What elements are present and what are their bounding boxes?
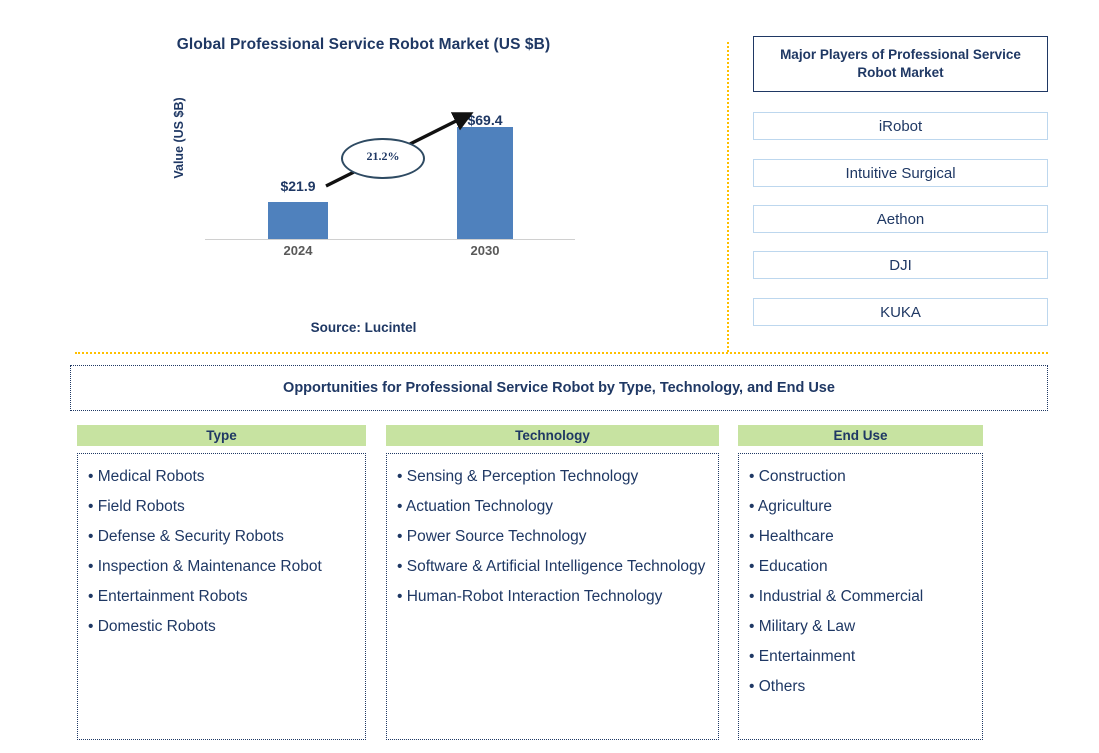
cagr-value: 21.2% — [366, 149, 400, 163]
source-text: Source: Lucintel — [310, 320, 417, 335]
list-item: • Software & Artificial Intelligence Tec… — [397, 558, 706, 575]
list-item: • Entertainment — [749, 648, 856, 665]
player-name: iRobot — [878, 117, 923, 135]
column-header-technology: Technology — [386, 425, 719, 446]
list-item: • Domestic Robots — [88, 618, 216, 635]
end-use-list: • Construction • Agriculture • Healthcar… — [749, 462, 978, 702]
player-item-dji[interactable]: DJI — [753, 251, 1048, 279]
major-players-title-box: Major Players of Professional Service Ro… — [753, 36, 1048, 92]
column-header-label: Type — [206, 428, 237, 443]
list-item: • Military & Law — [749, 618, 856, 635]
column-body-end-use: • Construction • Agriculture • Healthcar… — [738, 453, 983, 740]
list-item: • Others — [749, 678, 806, 695]
bar-2024 — [268, 202, 328, 239]
chart-title: Global Professional Service Robot Market… — [176, 36, 551, 53]
category-label-2030: 2030 — [470, 243, 500, 258]
column-header-type: Type — [77, 425, 366, 446]
player-name: Intuitive Surgical — [845, 164, 956, 182]
column-body-type: • Medical Robots • Field Robots • Defens… — [77, 453, 366, 740]
list-item: • Healthcare — [749, 528, 834, 545]
player-name: DJI — [889, 256, 912, 274]
market-chart-panel: Global Professional Service Robot Market… — [0, 0, 727, 352]
list-item: • Field Robots — [88, 498, 185, 515]
chart-y-axis-label: Value (US $B) — [172, 97, 186, 179]
list-item: • Agriculture — [749, 498, 832, 515]
list-item: • Sensing & Perception Technology — [397, 468, 639, 485]
player-item-irobot[interactable]: iRobot — [753, 112, 1048, 140]
list-item: • Construction — [749, 468, 846, 485]
vertical-divider — [727, 42, 729, 352]
player-item-aethon[interactable]: Aethon — [753, 205, 1048, 233]
category-label-2024: 2024 — [283, 243, 313, 258]
list-item: • Education — [749, 558, 828, 575]
column-header-end-use: End Use — [738, 425, 983, 446]
player-name: Aethon — [876, 210, 925, 228]
list-item: • Power Source Technology — [397, 528, 587, 545]
type-list: • Medical Robots • Field Robots • Defens… — [88, 462, 361, 642]
list-item: • Actuation Technology — [397, 498, 553, 515]
list-item: • Human-Robot Interaction Technology — [397, 588, 663, 605]
opportunities-title-box: Opportunities for Professional Service R… — [70, 365, 1048, 411]
major-players-title: Major Players of Professional Service Ro… — [780, 46, 1021, 80]
list-item: • Industrial & Commercial — [749, 588, 924, 605]
technology-list: • Sensing & Perception Technology • Actu… — [397, 462, 714, 612]
column-body-technology: • Sensing & Perception Technology • Actu… — [386, 453, 719, 740]
player-name: KUKA — [880, 303, 921, 321]
list-item: • Medical Robots — [88, 468, 205, 485]
list-item: • Entertainment Robots — [88, 588, 248, 605]
horizontal-divider — [75, 352, 1048, 354]
player-item-intuitive-surgical[interactable]: Intuitive Surgical — [753, 159, 1048, 187]
chart-axis-line — [205, 239, 575, 240]
player-item-kuka[interactable]: KUKA — [753, 298, 1048, 326]
list-item: • Defense & Security Robots — [88, 528, 284, 545]
opportunities-title: Opportunities for Professional Service R… — [283, 380, 835, 396]
column-header-label: Technology — [515, 428, 590, 443]
column-header-label: End Use — [833, 428, 888, 443]
list-item: • Inspection & Maintenance Robot — [88, 558, 322, 575]
